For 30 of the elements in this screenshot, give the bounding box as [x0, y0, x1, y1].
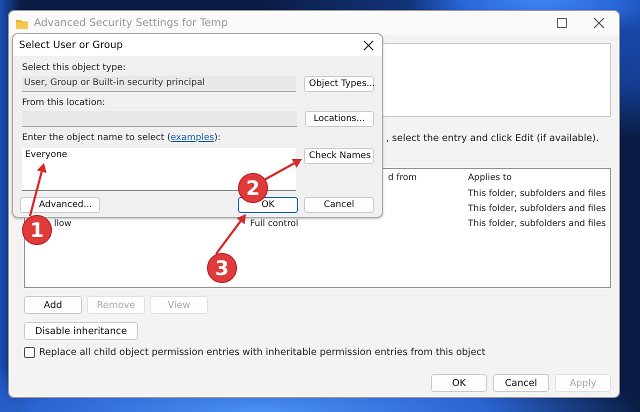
table-cell: This folder, subfolders and files: [468, 218, 606, 228]
dialog-title: Select User or Group: [19, 40, 123, 50]
object-type-field: User, Group or Built-in security principal: [22, 76, 296, 92]
column-header[interactable]: Applies to: [468, 172, 512, 182]
column-header[interactable]: d from: [388, 172, 417, 182]
checkbox-label: Replace all child object permission entries with inheritable permission entries from this object: [39, 347, 486, 358]
locations-button[interactable]: Locations...: [304, 111, 374, 127]
cancel-button[interactable]: Cancel: [304, 197, 374, 213]
maximize-icon[interactable]: [556, 17, 568, 29]
table-cell: Full control: [250, 218, 298, 228]
object-types-button[interactable]: Object Types...: [304, 76, 374, 92]
check-names-button[interactable]: Check Names: [304, 148, 374, 164]
field-label: From this location:: [22, 97, 106, 109]
table-action-button[interactable]: Add: [24, 296, 82, 314]
ok-button[interactable]: OK: [238, 197, 298, 213]
disable-inheritance-button[interactable]: Disable inheritance: [24, 322, 138, 340]
field-label: Enter the object name to select (examples):: [22, 132, 222, 144]
table-cell: llow: [54, 218, 72, 228]
close-icon[interactable]: [593, 17, 605, 29]
footer-button[interactable]: Cancel: [493, 374, 549, 392]
examples-link[interactable]: examples: [170, 133, 214, 143]
window-title: Advanced Security Settings for Temp: [34, 17, 228, 29]
footer-button[interactable]: OK: [431, 374, 487, 392]
table-cell: This folder, subfolders and files: [468, 204, 606, 214]
checkbox[interactable]: [24, 347, 35, 358]
advanced-button[interactable]: Advanced...: [20, 197, 100, 213]
close-icon[interactable]: [362, 40, 374, 50]
instruction-text: , select the entry and click Edit (if available).: [386, 133, 599, 144]
field-label: Select this object type:: [22, 62, 127, 74]
table-cell: This folder, subfolders and files: [468, 188, 606, 198]
